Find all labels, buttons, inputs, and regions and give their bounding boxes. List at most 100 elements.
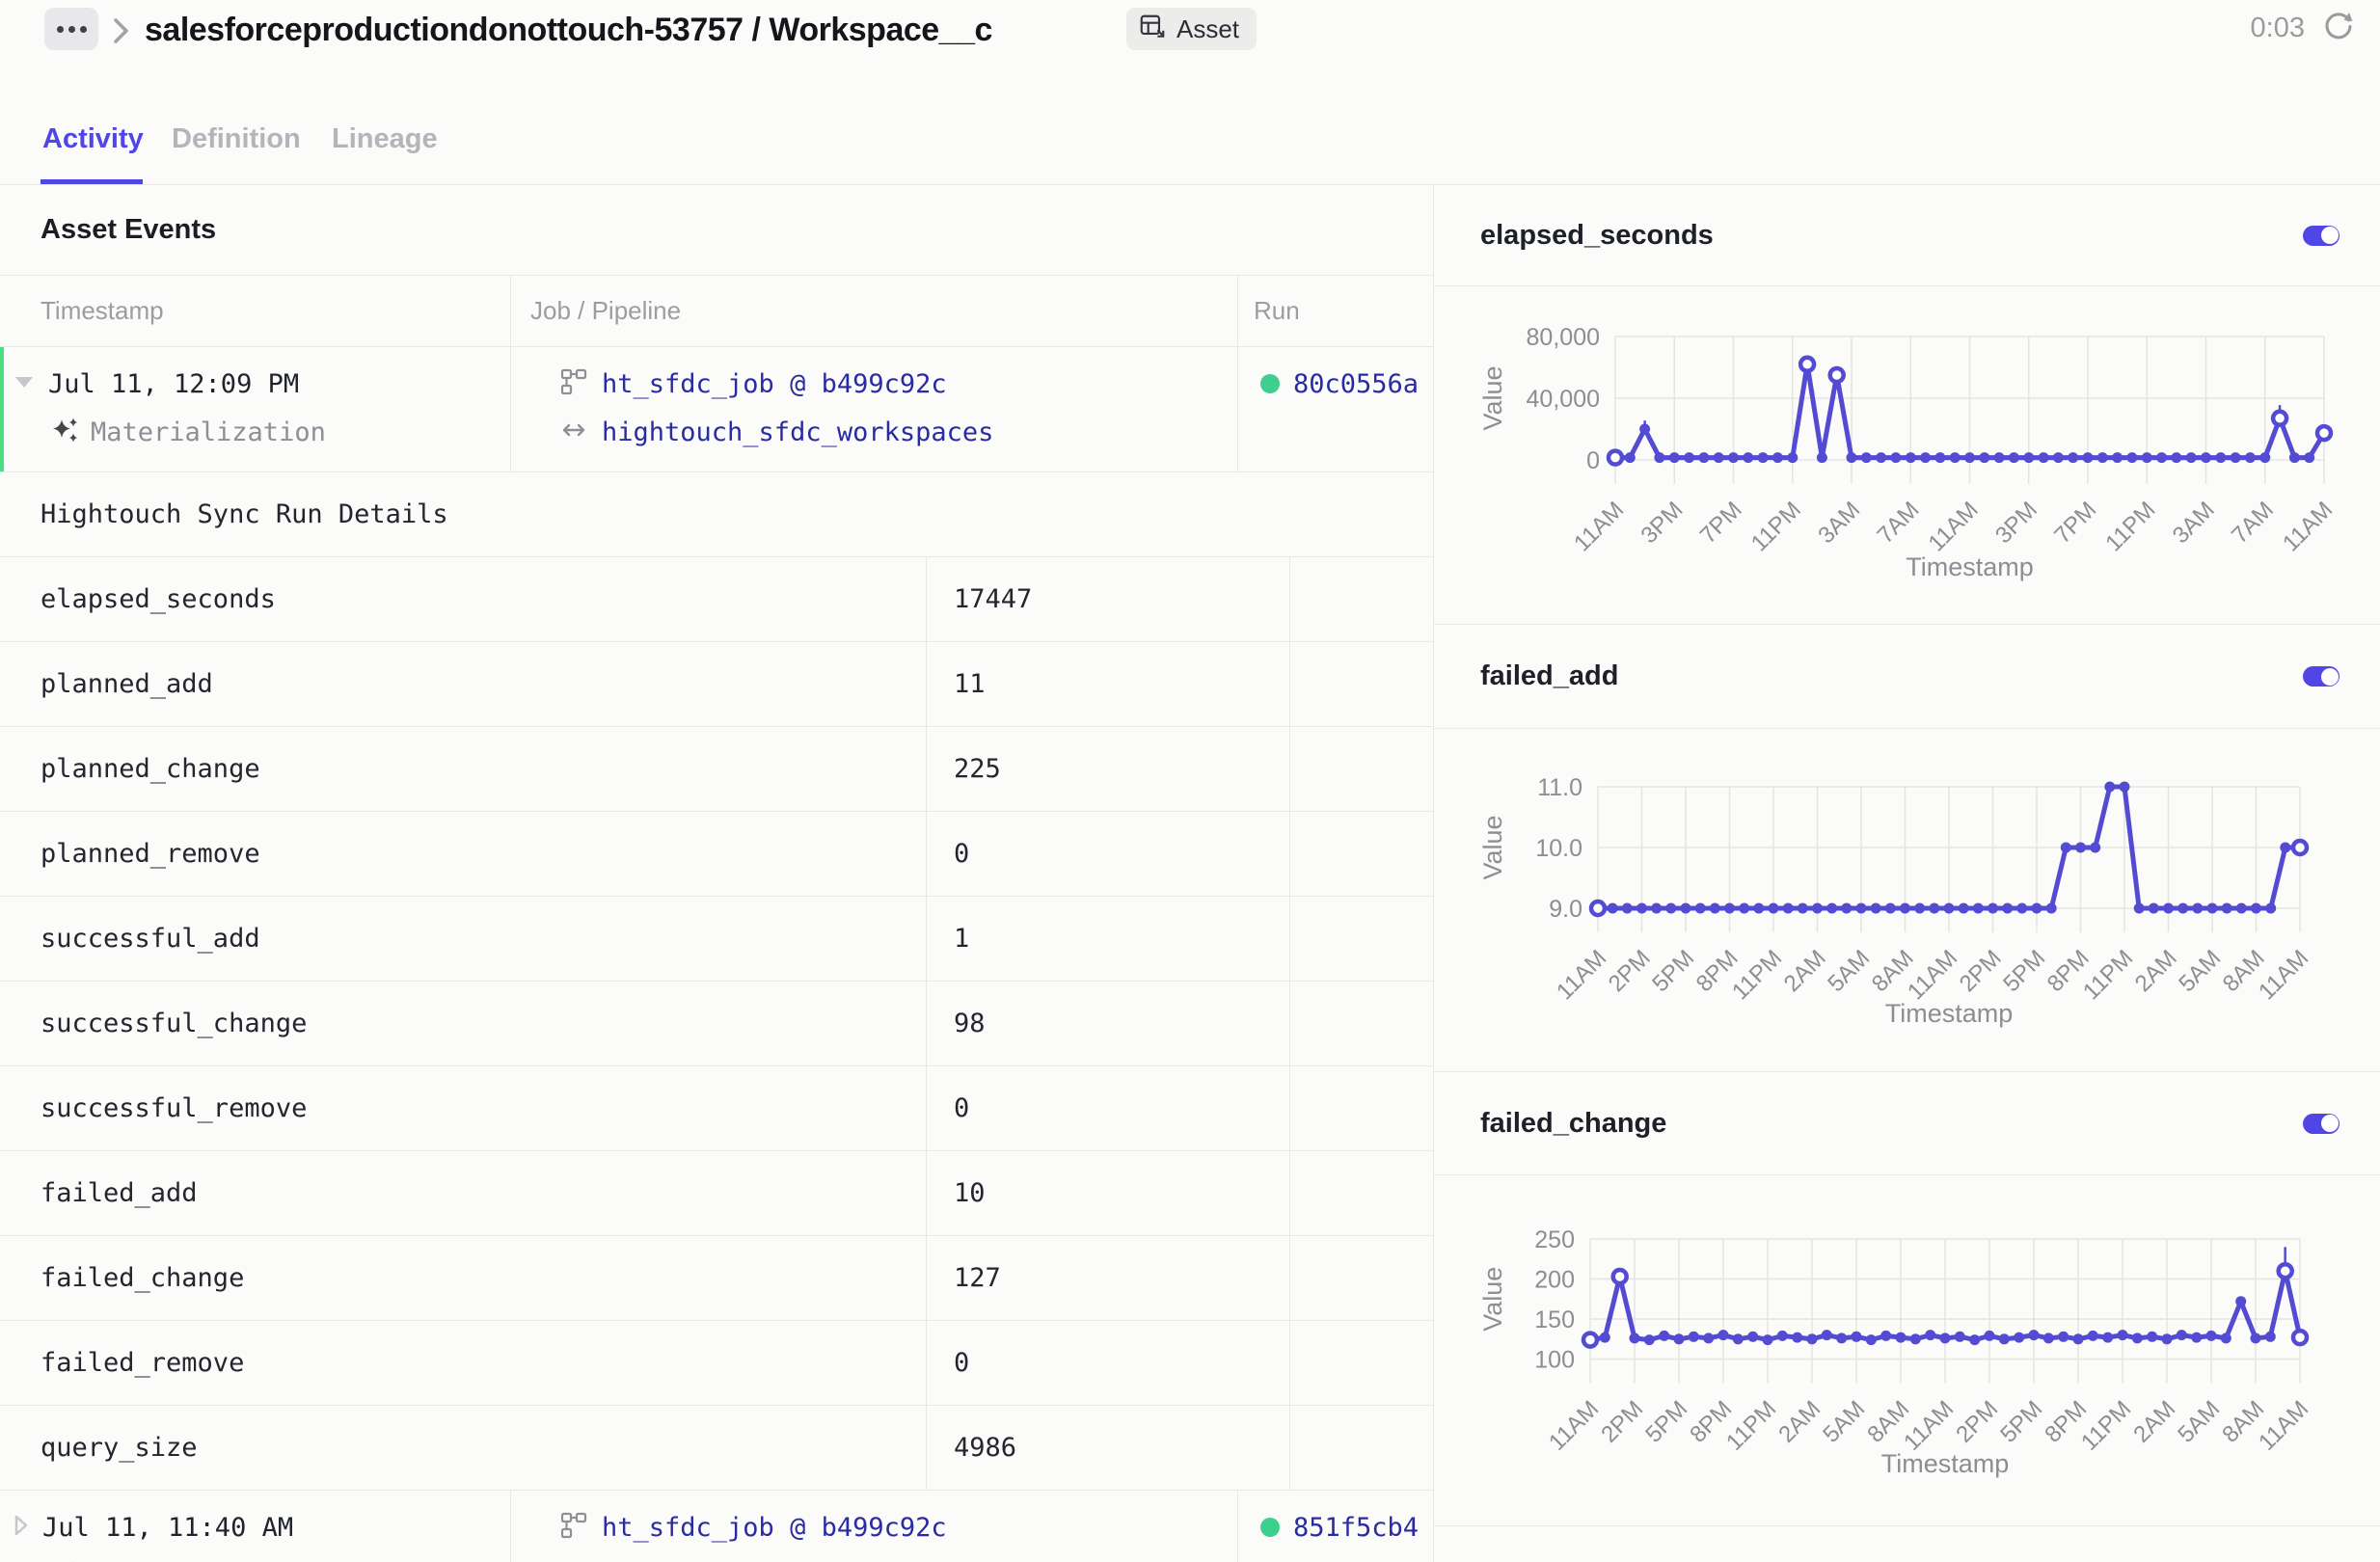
metric-card-failed_add: failed_add11.010.09.011AM2PM5PM8PM11PM2A… xyxy=(1434,625,2380,1072)
svg-text:Value: Value xyxy=(1478,1267,1507,1332)
detail-key: elapsed_seconds xyxy=(0,557,926,641)
detail-value: 127 xyxy=(926,1236,1289,1320)
job-link[interactable]: ht_sfdc_job @ b499c92c xyxy=(602,1513,947,1543)
svg-text:2PM: 2PM xyxy=(1951,1396,2003,1448)
svg-text:11AM: 11AM xyxy=(2278,497,2338,556)
metric-toggle[interactable] xyxy=(2303,666,2339,687)
run-status-dot xyxy=(1260,1518,1280,1537)
event-row[interactable]: Jul 11, 11:40 AM Materialization xyxy=(0,1491,1433,1562)
svg-text:5AM: 5AM xyxy=(1823,945,1875,997)
metric-chart: 80,00040,000011AM3PM7PM11PM3AM7AM11AM3PM… xyxy=(1434,286,2379,624)
refresh-icon[interactable] xyxy=(2322,10,2355,47)
detail-row: successful_add1 xyxy=(0,897,1433,982)
svg-text:Timestamp: Timestamp xyxy=(1906,552,2034,581)
svg-text:11AM: 11AM xyxy=(2254,945,2313,1005)
svg-text:11PM: 11PM xyxy=(2078,945,2138,1005)
metric-toggle[interactable] xyxy=(2303,226,2339,246)
job-link[interactable]: ht_sfdc_job @ b499c92c xyxy=(602,369,947,399)
detail-value: 17447 xyxy=(926,557,1289,641)
detail-empty-cell xyxy=(1289,812,1433,896)
detail-key: planned_add xyxy=(0,642,926,726)
detail-value: 98 xyxy=(926,982,1289,1065)
svg-text:11AM: 11AM xyxy=(1899,1396,1959,1456)
detail-row: failed_add10 xyxy=(0,1151,1433,1236)
svg-text:11AM: 11AM xyxy=(2254,1396,2313,1456)
svg-text:2AM: 2AM xyxy=(2130,945,2182,997)
svg-text:11.0: 11.0 xyxy=(1537,774,1582,801)
detail-key: successful_add xyxy=(0,897,926,981)
svg-text:200: 200 xyxy=(1534,1267,1575,1294)
svg-text:3AM: 3AM xyxy=(1813,497,1865,549)
detail-empty-cell xyxy=(1289,1151,1433,1235)
svg-text:3PM: 3PM xyxy=(1990,497,2042,549)
metric-card-header: elapsed_seconds xyxy=(1434,185,2380,286)
detail-empty-cell xyxy=(1289,727,1433,811)
svg-text:3AM: 3AM xyxy=(2168,497,2220,549)
collapse-triangle-icon[interactable] xyxy=(14,374,35,394)
sparkles-icon xyxy=(50,1559,79,1562)
svg-text:40,000: 40,000 xyxy=(1527,386,1600,413)
detail-row: failed_remove0 xyxy=(0,1321,1433,1406)
event-row[interactable]: Jul 11, 12:09 PM Materialization xyxy=(0,347,1433,472)
event-timestamp: Jul 11, 11:40 AM xyxy=(42,1513,293,1543)
sync-details-title: Hightouch Sync Run Details xyxy=(0,472,1433,557)
svg-text:0: 0 xyxy=(1586,447,1600,474)
detail-empty-cell xyxy=(1289,897,1433,981)
detail-key: query_size xyxy=(0,1406,926,1490)
detail-empty-cell xyxy=(1289,1321,1433,1405)
svg-text:11PM: 11PM xyxy=(1746,497,1806,556)
detail-empty-cell xyxy=(1289,557,1433,641)
svg-text:5AM: 5AM xyxy=(1818,1396,1870,1448)
breadcrumb-more-button[interactable] xyxy=(44,8,98,50)
metric-card-header: failed_add xyxy=(1434,625,2380,729)
svg-text:5PM: 5PM xyxy=(1640,1396,1692,1448)
svg-text:11AM: 11AM xyxy=(1569,497,1629,556)
detail-row: planned_change225 xyxy=(0,727,1433,812)
sparkles-icon xyxy=(50,416,79,449)
svg-text:5PM: 5PM xyxy=(1998,945,2050,997)
metric-title: failed_change xyxy=(1480,1108,1666,1140)
header: salesforceproductiondonottouch-53757 / W… xyxy=(0,0,2380,93)
metric-chart: 25020015010011AM2PM5PM8PM11PM2AM5AM8AM11… xyxy=(1434,1175,2379,1525)
tab-lineage[interactable]: Lineage xyxy=(332,123,438,155)
detail-key: failed_remove xyxy=(0,1321,926,1405)
svg-text:11PM: 11PM xyxy=(1721,1396,1781,1456)
svg-text:7PM: 7PM xyxy=(1695,497,1747,549)
expand-triangle-icon[interactable] xyxy=(14,1515,29,1541)
toggle-knob xyxy=(2321,1115,2339,1132)
detail-empty-cell xyxy=(1289,1236,1433,1320)
tab-definition[interactable]: Definition xyxy=(172,123,301,155)
svg-text:2PM: 2PM xyxy=(1596,1396,1648,1448)
svg-text:7PM: 7PM xyxy=(2049,497,2101,549)
pipeline-link[interactable]: hightouch_sfdc_workspaces xyxy=(602,417,993,447)
detail-key: failed_change xyxy=(0,1236,926,1320)
refresh-timer: 0:03 xyxy=(2251,13,2305,44)
sync-details-table: elapsed_seconds17447planned_add11planned… xyxy=(0,557,1433,1491)
svg-text:250: 250 xyxy=(1534,1226,1575,1253)
tab-activity[interactable]: Activity xyxy=(42,123,144,155)
detail-row: elapsed_seconds17447 xyxy=(0,557,1433,642)
col-header-job-pipeline: Job / Pipeline xyxy=(510,276,1237,346)
svg-text:11AM: 11AM xyxy=(1903,945,1962,1005)
metric-toggle[interactable] xyxy=(2303,1114,2339,1134)
metric-chart: 11.010.09.011AM2PM5PM8PM11PM2AM5AM8AM11A… xyxy=(1434,729,2379,1071)
svg-text:2AM: 2AM xyxy=(1773,1396,1826,1448)
detail-row: failed_change127 xyxy=(0,1236,1433,1321)
active-tab-underline xyxy=(41,179,143,184)
detail-key: successful_remove xyxy=(0,1066,926,1150)
svg-text:9.0: 9.0 xyxy=(1549,896,1582,923)
svg-text:2PM: 2PM xyxy=(1955,945,2007,997)
detail-value: 225 xyxy=(926,727,1289,811)
run-id-link[interactable]: 851f5cb4 xyxy=(1293,1513,1419,1543)
svg-text:100: 100 xyxy=(1534,1347,1575,1374)
run-id-link[interactable]: 80c0556a xyxy=(1293,369,1419,399)
metric-card-header: failed_change xyxy=(1434,1072,2380,1175)
svg-text:10.0: 10.0 xyxy=(1535,835,1582,862)
metric-title: failed_add xyxy=(1480,660,1618,692)
tab-bar: Activity Definition Lineage xyxy=(0,96,2380,185)
detail-key: successful_change xyxy=(0,982,926,1065)
toggle-knob xyxy=(2321,227,2339,244)
svg-text:5AM: 5AM xyxy=(2173,1396,2225,1448)
run-status-dot xyxy=(1260,374,1280,393)
detail-key: planned_remove xyxy=(0,812,926,896)
